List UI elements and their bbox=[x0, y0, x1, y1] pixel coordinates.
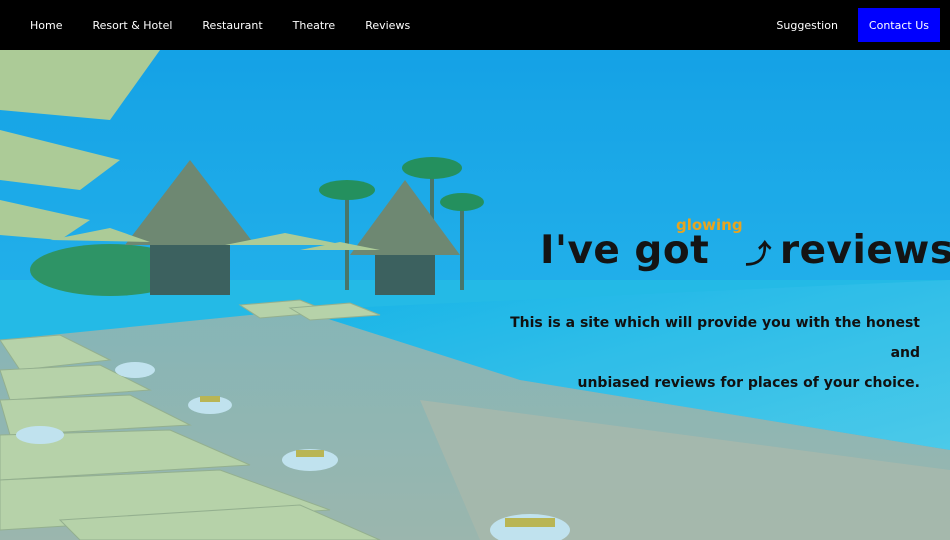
hero-section: glowing I've got ⤴reviews! This is a sit… bbox=[0, 50, 950, 540]
nav-links: Home Resort & Hotel Restaurant Theatre R… bbox=[30, 19, 440, 32]
nav-theatre[interactable]: Theatre bbox=[293, 19, 336, 32]
hero-tagline: This is a site which will provide you wi… bbox=[480, 308, 920, 398]
contact-us-button[interactable]: Contact Us bbox=[857, 8, 940, 42]
nav-suggestion[interactable]: Suggestion bbox=[776, 19, 838, 32]
nav-resort-hotel[interactable]: Resort & Hotel bbox=[92, 19, 172, 32]
tagline-line-2: unbiased reviews for places of your choi… bbox=[577, 375, 920, 391]
nav-reviews[interactable]: Reviews bbox=[365, 19, 410, 32]
curved-arrow-icon: ⤴ bbox=[745, 240, 772, 270]
nav-restaurant[interactable]: Restaurant bbox=[202, 19, 262, 32]
tagline-line-1: This is a site which will provide you wi… bbox=[510, 315, 920, 361]
headline-left: I've got bbox=[540, 228, 710, 273]
nav-right: Suggestion Contact Us bbox=[776, 8, 940, 42]
top-navbar: Home Resort & Hotel Restaurant Theatre R… bbox=[0, 0, 950, 50]
hero-headline: I've got ⤴reviews! bbox=[540, 228, 950, 273]
headline-right: reviews! bbox=[779, 228, 950, 273]
resort-pool-image bbox=[0, 50, 950, 540]
nav-home[interactable]: Home bbox=[30, 19, 62, 32]
